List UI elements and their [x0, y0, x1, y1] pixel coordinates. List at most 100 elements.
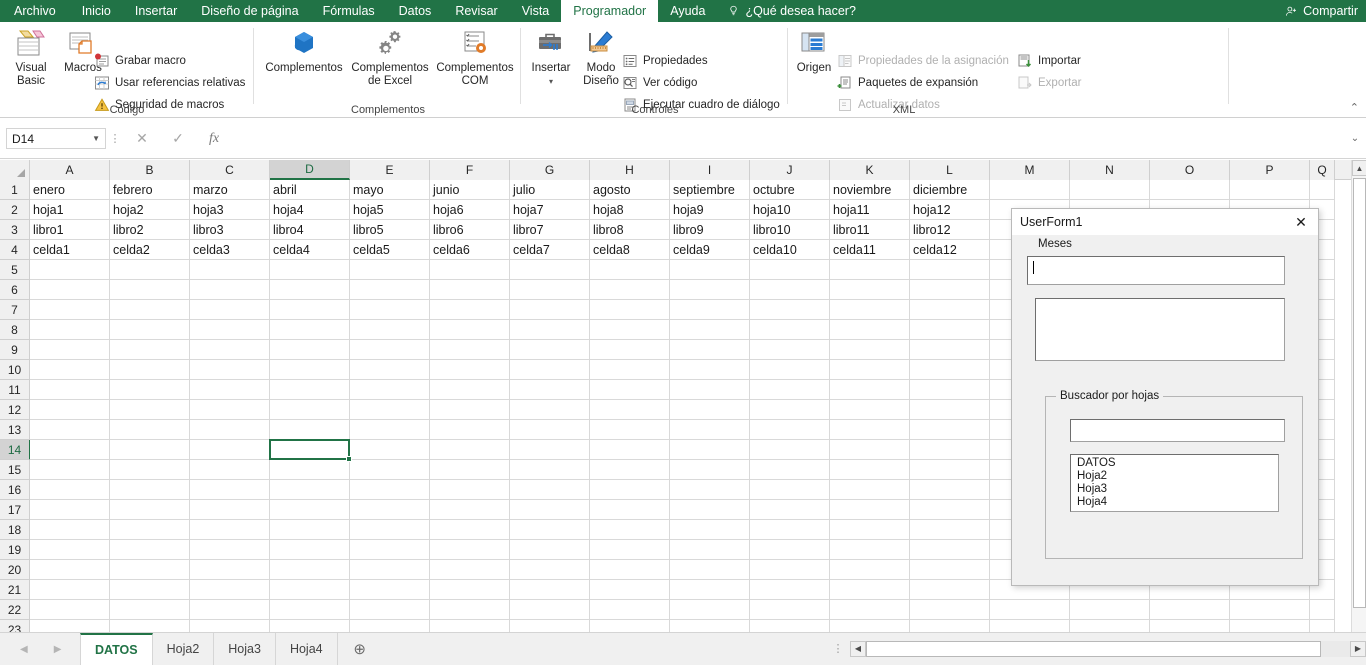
- cell-E16[interactable]: [350, 480, 430, 500]
- cell-B10[interactable]: [110, 360, 190, 380]
- cell-E6[interactable]: [350, 280, 430, 300]
- share-button[interactable]: Compartir: [1285, 0, 1358, 22]
- cell-G17[interactable]: [510, 500, 590, 520]
- cell-K7[interactable]: [830, 300, 910, 320]
- cell-F11[interactable]: [430, 380, 510, 400]
- cell-J13[interactable]: [750, 420, 830, 440]
- cell-D17[interactable]: [270, 500, 350, 520]
- cell-G23[interactable]: [510, 620, 590, 632]
- cell-J1[interactable]: octubre: [750, 180, 830, 200]
- cell-B8[interactable]: [110, 320, 190, 340]
- row-header-4[interactable]: 4: [0, 240, 29, 260]
- cell-J9[interactable]: [750, 340, 830, 360]
- cell-J14[interactable]: [750, 440, 830, 460]
- cell-I11[interactable]: [670, 380, 750, 400]
- cell-K10[interactable]: [830, 360, 910, 380]
- cell-D20[interactable]: [270, 560, 350, 580]
- cell-A4[interactable]: celda1: [30, 240, 110, 260]
- cell-J20[interactable]: [750, 560, 830, 580]
- column-header-o[interactable]: O: [1150, 160, 1230, 180]
- column-header-h[interactable]: H: [590, 160, 670, 180]
- cell-K4[interactable]: celda11: [830, 240, 910, 260]
- cell-I7[interactable]: [670, 300, 750, 320]
- cell-C16[interactable]: [190, 480, 270, 500]
- close-icon[interactable]: ✕: [1290, 212, 1312, 232]
- cell-A23[interactable]: [30, 620, 110, 632]
- cell-G10[interactable]: [510, 360, 590, 380]
- cell-G7[interactable]: [510, 300, 590, 320]
- cell-E21[interactable]: [350, 580, 430, 600]
- cell-D13[interactable]: [270, 420, 350, 440]
- cell-D18[interactable]: [270, 520, 350, 540]
- cell-B17[interactable]: [110, 500, 190, 520]
- cell-H18[interactable]: [590, 520, 670, 540]
- cell-H2[interactable]: hoja8: [590, 200, 670, 220]
- cell-H1[interactable]: agosto: [590, 180, 670, 200]
- ribbon-tab-insertar[interactable]: Insertar: [123, 0, 189, 22]
- cell-E18[interactable]: [350, 520, 430, 540]
- cell-E3[interactable]: libro5: [350, 220, 430, 240]
- horizontal-scrollbar[interactable]: ⋮ ◀ ▶: [826, 632, 1366, 665]
- ribbon-tab-datos[interactable]: Datos: [387, 0, 444, 22]
- sheet-next-arrow[interactable]: ▶: [54, 644, 62, 655]
- chevron-down-icon[interactable]: ▾: [549, 75, 553, 88]
- cell-O1[interactable]: [1150, 180, 1230, 200]
- list-item[interactable]: DATOS: [1071, 457, 1278, 470]
- cell-H13[interactable]: [590, 420, 670, 440]
- cell-I13[interactable]: [670, 420, 750, 440]
- row-header-10[interactable]: 10: [0, 360, 29, 380]
- cell-L18[interactable]: [910, 520, 990, 540]
- cell-J17[interactable]: [750, 500, 830, 520]
- cell-Q1[interactable]: [1310, 180, 1335, 200]
- cell-K1[interactable]: noviembre: [830, 180, 910, 200]
- cell-P1[interactable]: [1230, 180, 1310, 200]
- cell-A21[interactable]: [30, 580, 110, 600]
- column-header-c[interactable]: C: [190, 160, 270, 180]
- cell-D16[interactable]: [270, 480, 350, 500]
- cell-I1[interactable]: septiembre: [670, 180, 750, 200]
- formula-bar-grip[interactable]: ⋮: [106, 132, 124, 145]
- cell-P23[interactable]: [1230, 620, 1310, 632]
- complementos-button[interactable]: Complementos: [262, 26, 346, 100]
- cell-H17[interactable]: [590, 500, 670, 520]
- cell-G8[interactable]: [510, 320, 590, 340]
- cell-L3[interactable]: libro12: [910, 220, 990, 240]
- cell-F10[interactable]: [430, 360, 510, 380]
- cell-H9[interactable]: [590, 340, 670, 360]
- cell-J23[interactable]: [750, 620, 830, 632]
- cell-B9[interactable]: [110, 340, 190, 360]
- cell-F12[interactable]: [430, 400, 510, 420]
- cell-I10[interactable]: [670, 360, 750, 380]
- cell-C21[interactable]: [190, 580, 270, 600]
- cell-D21[interactable]: [270, 580, 350, 600]
- cell-H7[interactable]: [590, 300, 670, 320]
- row-header-1[interactable]: 1: [0, 180, 29, 200]
- column-header-i[interactable]: I: [670, 160, 750, 180]
- modo-diseno-button[interactable]: Modo Diseño: [575, 26, 627, 100]
- cell-H23[interactable]: [590, 620, 670, 632]
- cell-B5[interactable]: [110, 260, 190, 280]
- column-header-d[interactable]: D: [270, 160, 350, 180]
- cell-L8[interactable]: [910, 320, 990, 340]
- importar-button[interactable]: Importar: [1017, 50, 1081, 72]
- cell-D12[interactable]: [270, 400, 350, 420]
- cell-D19[interactable]: [270, 540, 350, 560]
- cell-G13[interactable]: [510, 420, 590, 440]
- cell-A19[interactable]: [30, 540, 110, 560]
- cell-L7[interactable]: [910, 300, 990, 320]
- row-header-7[interactable]: 7: [0, 300, 29, 320]
- cell-H15[interactable]: [590, 460, 670, 480]
- cell-E22[interactable]: [350, 600, 430, 620]
- confirm-formula-icon[interactable]: ✓: [160, 130, 196, 147]
- cell-B11[interactable]: [110, 380, 190, 400]
- cell-G15[interactable]: [510, 460, 590, 480]
- cell-D10[interactable]: [270, 360, 350, 380]
- column-header-a[interactable]: A: [30, 160, 110, 180]
- cell-D1[interactable]: abril: [270, 180, 350, 200]
- propiedades-button[interactable]: Propiedades: [622, 50, 708, 72]
- cell-J4[interactable]: celda10: [750, 240, 830, 260]
- cell-A18[interactable]: [30, 520, 110, 540]
- usar-referencias-relativas-button[interactable]: Usar referencias relativas: [94, 72, 245, 94]
- cell-J16[interactable]: [750, 480, 830, 500]
- cell-D7[interactable]: [270, 300, 350, 320]
